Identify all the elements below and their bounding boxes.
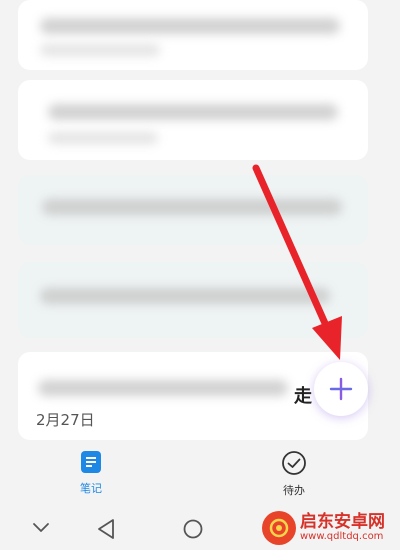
note-card[interactable] xyxy=(18,175,368,245)
note-title-fragment: 走 xyxy=(294,386,312,407)
plus-icon xyxy=(329,377,353,401)
add-note-button[interactable] xyxy=(314,362,368,416)
tab-todo-label: 待办 xyxy=(283,484,305,497)
note-card[interactable] xyxy=(18,80,368,160)
watermark-name: 启东安卓网 xyxy=(300,511,385,532)
back-triangle-icon[interactable] xyxy=(96,518,116,540)
blurred-text xyxy=(42,199,342,215)
blurred-text xyxy=(48,104,338,120)
note-date: 2月27日 xyxy=(36,411,95,429)
blurred-text xyxy=(40,18,340,34)
check-circle-icon xyxy=(282,451,306,475)
note-card[interactable] xyxy=(18,262,368,338)
watermark-url: www.qdltdq.com xyxy=(300,530,384,542)
bottom-tab-bar: 笔记 待办 xyxy=(0,440,400,504)
tab-notes-label: 笔记 xyxy=(80,482,102,495)
note-card[interactable] xyxy=(18,0,368,70)
blurred-text xyxy=(48,132,158,144)
blurred-text xyxy=(40,44,160,56)
tab-todo[interactable]: 待办 xyxy=(254,450,334,498)
tab-notes[interactable]: 笔记 xyxy=(51,450,131,496)
blurred-text xyxy=(40,288,330,304)
home-circle-icon[interactable] xyxy=(182,518,204,540)
watermark-logo-icon xyxy=(262,511,296,545)
blurred-text xyxy=(38,380,288,396)
note-icon xyxy=(81,451,101,473)
site-watermark: 启东安卓网 www.qdltdq.com xyxy=(262,508,385,548)
chevron-down-icon[interactable] xyxy=(32,522,50,534)
